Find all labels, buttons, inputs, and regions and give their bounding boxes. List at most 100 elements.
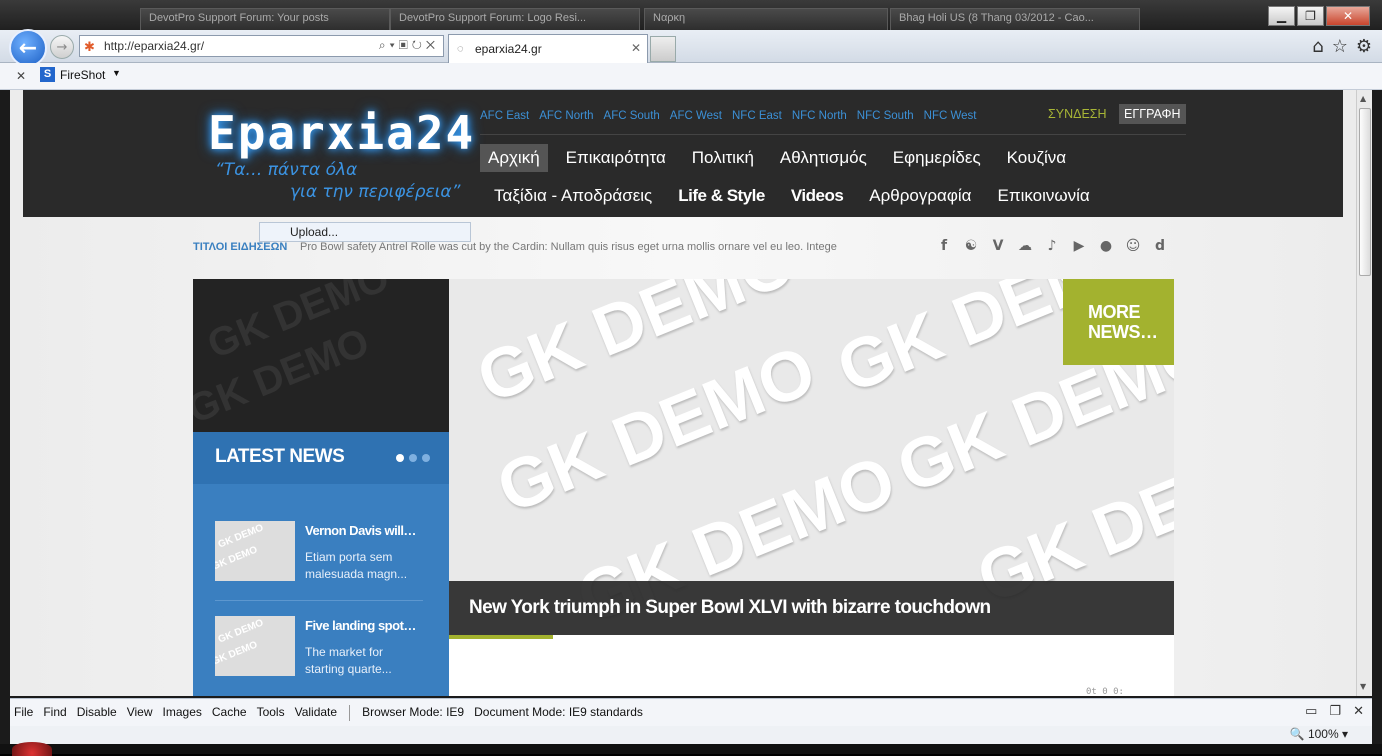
- devtools-controls: ▭ ❐ ✕: [1305, 703, 1364, 719]
- vimeo-icon[interactable]: V: [989, 237, 1007, 255]
- close-tab-icon[interactable]: ✕: [631, 41, 641, 55]
- tiny-text: 0t 0 0:: [1086, 687, 1124, 696]
- slider-dot[interactable]: [422, 454, 430, 462]
- close-toolbar-icon[interactable]: ✕: [16, 69, 26, 83]
- slider-dot[interactable]: [396, 454, 404, 462]
- back-button[interactable]: ←: [9, 29, 47, 67]
- background-tab[interactable]: Bhag Holi US (8 Thang 03/2012 - Cao...: [890, 8, 1140, 30]
- register-button[interactable]: ΕΓΓΡΑΦΗ: [1119, 104, 1186, 124]
- content-area: [449, 635, 1174, 696]
- news-thumbnail[interactable]: GK DEMO GK DEMO: [215, 616, 295, 676]
- active-tab-title: eparxia24.gr: [475, 42, 542, 56]
- menu-life-style[interactable]: Life & Style: [678, 186, 765, 206]
- facebook-icon[interactable]: f: [935, 237, 953, 255]
- subnav-afc-west[interactable]: AFC West: [670, 110, 722, 122]
- menu-sports[interactable]: Αθλητισμός: [772, 144, 875, 172]
- address-tools[interactable]: ⌕▾▣↻✕: [379, 38, 439, 53]
- background-tab[interactable]: DevotPro Support Forum: Your posts: [140, 8, 390, 30]
- menu-videos[interactable]: Videos: [791, 186, 844, 206]
- menu-news[interactable]: Επικαιρότητα: [558, 144, 674, 172]
- devtools-find[interactable]: Find: [43, 705, 66, 721]
- close-devtools-icon[interactable]: ✕: [1353, 703, 1364, 719]
- login-link[interactable]: ΣΥΝΔΕΣΗ: [1048, 107, 1107, 121]
- devtools-file[interactable]: File: [14, 705, 33, 721]
- messenger-icon[interactable]: ☁: [1016, 237, 1034, 255]
- news-title[interactable]: Five landing spot…: [305, 618, 425, 633]
- menu-politics[interactable]: Πολιτική: [684, 144, 762, 172]
- devtools-disable[interactable]: Disable: [77, 705, 117, 721]
- social-icons: f ☯ V ☁ ♪ ▶ ● ☺ d: [935, 237, 1169, 255]
- stumbleupon-icon[interactable]: ☯: [962, 237, 980, 255]
- menu-articles[interactable]: Αρθρογραφία: [869, 186, 971, 206]
- favorites-star-icon[interactable]: ☆: [1332, 36, 1348, 57]
- more-news-line-1: MORE: [1088, 302, 1141, 322]
- active-tab[interactable]: ◌ eparxia24.gr ✕: [448, 34, 648, 63]
- browser-mode[interactable]: Browser Mode: IE9: [362, 705, 464, 721]
- home-icon[interactable]: ⌂: [1312, 36, 1323, 57]
- more-news-button[interactable]: MORE NEWS…: [1063, 279, 1174, 365]
- document-mode[interactable]: Document Mode: IE9 standards: [474, 705, 643, 721]
- subnav-nfc-south[interactable]: NFC South: [857, 110, 914, 122]
- people-icon[interactable]: ☺: [1124, 237, 1142, 255]
- minimize-button[interactable]: ▁: [1268, 6, 1295, 26]
- delicious-icon[interactable]: d: [1151, 237, 1169, 255]
- slider-dot[interactable]: [409, 454, 417, 462]
- subnav-nfc-north[interactable]: NFC North: [792, 110, 847, 122]
- news-thumbnail[interactable]: GK DEMO GK DEMO: [215, 521, 295, 581]
- vertical-scrollbar[interactable]: ▲ ▼: [1356, 90, 1372, 696]
- menu-cooking[interactable]: Κουζίνα: [999, 144, 1074, 172]
- featured-thumbnail[interactable]: GK DEMO GK DEMO: [193, 279, 449, 432]
- forward-arrow-icon: →: [56, 39, 68, 55]
- zoom-level[interactable]: 🔍 100% ▾: [1290, 727, 1348, 741]
- menu-home[interactable]: Αρχική: [480, 144, 548, 172]
- devtools-images[interactable]: Images: [163, 705, 202, 721]
- scroll-up-icon[interactable]: ▲: [1360, 94, 1366, 103]
- youtube-icon[interactable]: ▶: [1070, 237, 1088, 255]
- command-bar: ✕ S FireShot ▼: [0, 63, 1382, 90]
- subnav-nfc-west[interactable]: NFC West: [924, 110, 977, 122]
- developer-tools-bar: File Find Disable View Images Cache Tool…: [10, 698, 1372, 726]
- site-logo[interactable]: Eparxia24: [208, 106, 475, 160]
- ticker-text[interactable]: Pro Bowl safety Antrel Rolle was cut by …: [300, 241, 837, 253]
- upload-popup[interactable]: Upload...: [259, 222, 471, 242]
- chevron-down-icon[interactable]: ▼: [112, 68, 121, 78]
- background-tab[interactable]: DevotPro Support Forum: Logo Resi...: [390, 8, 640, 30]
- twitter-icon[interactable]: ♪: [1043, 237, 1061, 255]
- latest-news-panel: GK DEMO GK DEMO LATEST NEWS GK DEMO GK D…: [193, 279, 449, 696]
- ticker-label: ΤΙΤΛΟΙ ΕΙΔΗΣΕΩΝ: [193, 241, 288, 253]
- news-excerpt: The market for starting quarte...: [305, 645, 392, 676]
- menu-newspapers[interactable]: Εφημερίδες: [885, 144, 989, 172]
- forward-button[interactable]: →: [50, 35, 74, 59]
- taskbar: [0, 744, 1382, 754]
- subnav-afc-south[interactable]: AFC South: [604, 110, 660, 122]
- devtools-tools[interactable]: Tools: [257, 705, 285, 721]
- subnav-nfc-east[interactable]: NFC East: [732, 110, 782, 122]
- background-tab[interactable]: Ναρκη: [644, 8, 888, 30]
- address-bar[interactable]: ✱ http://eparxia24.gr/ ⌕▾▣↻✕: [79, 35, 444, 57]
- slider-progress-bar: [449, 635, 553, 639]
- scrollbar-thumb[interactable]: [1359, 108, 1371, 276]
- menu-contact[interactable]: Επικοινωνία: [998, 186, 1090, 206]
- scroll-down-icon[interactable]: ▼: [1360, 682, 1366, 691]
- subnav-afc-east[interactable]: AFC East: [480, 110, 529, 122]
- devtools-cache[interactable]: Cache: [212, 705, 247, 721]
- devtools-validate[interactable]: Validate: [295, 705, 337, 721]
- unpin-devtools-icon[interactable]: ❐: [1329, 703, 1341, 719]
- restore-button[interactable]: ❐: [1297, 6, 1324, 26]
- slogan-line-2: για την περιφέρεια”: [290, 182, 461, 202]
- menu-travel[interactable]: Ταξίδια - Αποδράσεις: [494, 186, 652, 206]
- fireshot-button[interactable]: FireShot: [60, 68, 105, 82]
- gear-icon[interactable]: ⚙: [1356, 36, 1372, 57]
- slogan-line-1: “Τα… πάντα όλα: [215, 160, 358, 180]
- new-tab-button[interactable]: [650, 36, 676, 62]
- news-title[interactable]: Vernon Davis will…: [305, 523, 425, 538]
- more-news-line-2: NEWS…: [1088, 322, 1158, 342]
- hero-caption[interactable]: New York triumph in Super Bowl XLVI with…: [469, 597, 991, 619]
- devtools-menu: File Find Disable View Images Cache Tool…: [14, 705, 643, 721]
- close-window-button[interactable]: ✕: [1326, 6, 1370, 26]
- minimize-devtools-icon[interactable]: ▭: [1305, 703, 1317, 719]
- chat-icon[interactable]: ●: [1097, 237, 1115, 255]
- subnav-afc-north[interactable]: AFC North: [539, 110, 593, 122]
- main-menu-row-2: Ταξίδια - Αποδράσεις Life & Style Videos…: [494, 186, 1116, 206]
- devtools-view[interactable]: View: [127, 705, 153, 721]
